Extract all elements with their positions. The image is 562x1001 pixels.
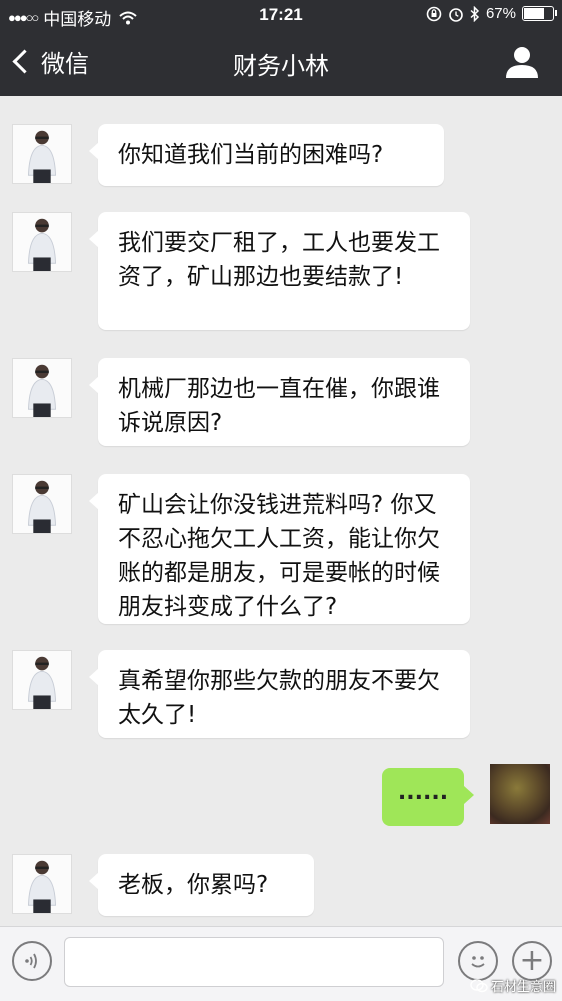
message-bubble: 机械厂那边也一直在催，你跟谁诉说原因? <box>89 358 470 446</box>
wechat-logo-icon <box>470 978 488 992</box>
message-input[interactable] <box>64 937 444 987</box>
contact-avatar[interactable] <box>12 650 72 710</box>
message-bubble: 矿山会让你没钱进荒料吗? 你又不忍心拖欠工人工资，能让你欠账的都是朋友，可是要帐… <box>89 474 470 624</box>
contact-avatar[interactable] <box>12 358 72 418</box>
voice-input-button[interactable] <box>12 941 52 981</box>
message-bubble: 真希望你那些欠款的朋友不要欠太久了! <box>89 650 470 738</box>
voice-icon <box>25 953 37 969</box>
contact-profile-icon[interactable] <box>504 44 540 80</box>
message-bubble: 老板，你累吗? <box>89 854 314 916</box>
emoji-icon <box>471 956 485 968</box>
status-bar: ●●●○○ 中国移动 17:21 67% <box>0 0 562 30</box>
contact-avatar[interactable] <box>12 854 72 914</box>
my-avatar[interactable] <box>490 764 550 824</box>
emoji-button[interactable] <box>458 941 498 981</box>
chat-message-list[interactable]: 你知道我们当前的困难吗? 我们要交厂租了，工人也要发工资了，矿山那边也要结款了!… <box>0 96 562 926</box>
more-button[interactable]: + <box>512 941 552 981</box>
message-bubble: 我们要交厂租了，工人也要发工资了，矿山那边也要结款了! <box>89 212 470 330</box>
watermark: 石材生意圈 <box>470 976 556 995</box>
battery-icon <box>522 6 557 21</box>
contact-avatar[interactable] <box>12 124 72 184</box>
watermark-text: 石材生意圈 <box>490 980 556 995</box>
status-right: 67% <box>426 5 557 22</box>
alarm-icon <box>449 7 463 22</box>
message-bubble: 你知道我们当前的困难吗? <box>89 124 444 186</box>
chat-title: 财务小林 <box>233 52 329 80</box>
nav-bar: 微信 财务小林 <box>0 30 562 96</box>
bluetooth-icon <box>470 5 480 22</box>
input-bar: + 石材生意圈 <box>0 926 562 1001</box>
battery-percent: 67% <box>485 5 516 22</box>
battery-level-fill <box>524 8 545 19</box>
plus-icon: + <box>519 943 545 978</box>
rotation-lock-icon <box>426 6 442 21</box>
my-message-bubble: ...... <box>382 768 474 826</box>
contact-avatar[interactable] <box>12 212 72 272</box>
contact-avatar[interactable] <box>12 474 72 534</box>
